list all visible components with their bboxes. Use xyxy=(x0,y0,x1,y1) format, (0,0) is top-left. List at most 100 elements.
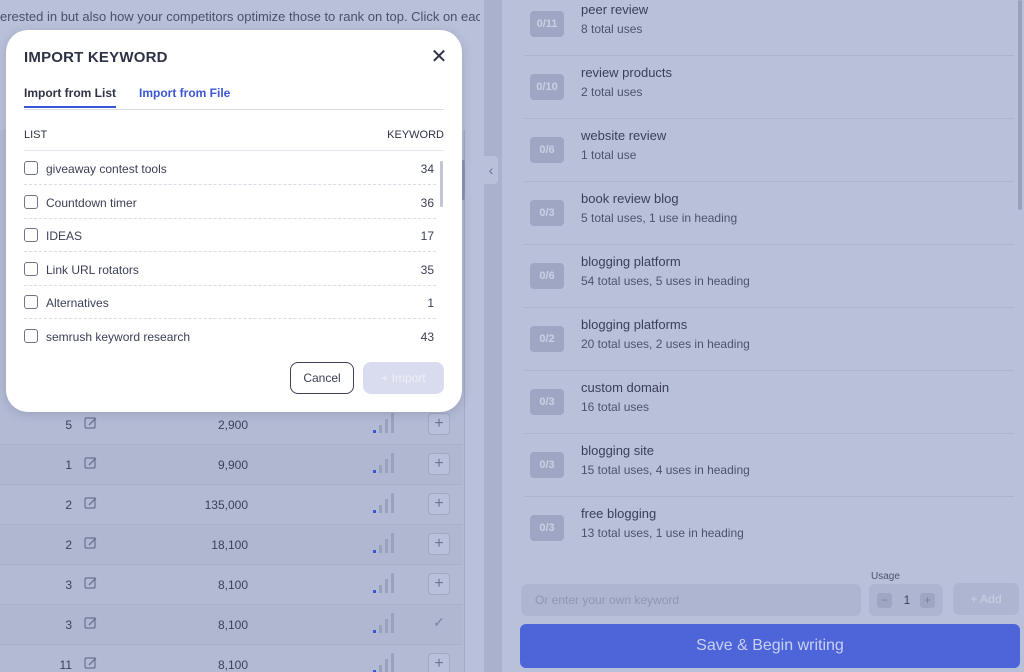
keyword-item[interactable]: 0/3 book review blog 5 total uses, 1 use i… xyxy=(524,182,1014,245)
list-name: Alternatives xyxy=(46,296,109,311)
list-keyword-count: 35 xyxy=(420,262,434,277)
usage-label: Usage xyxy=(871,571,900,582)
keyword-name: website review xyxy=(581,128,667,143)
save-begin-writing-button[interactable]: Save & Begin writing xyxy=(520,624,1020,668)
lists-scrollbar[interactable] xyxy=(440,161,443,207)
table-row: 3 8,100 ✓ xyxy=(0,605,462,645)
tab-import-from-file[interactable]: Import from File xyxy=(139,86,230,100)
add-keyword-plus-button[interactable]: + xyxy=(428,653,450,672)
import-button[interactable]: + Import xyxy=(363,362,444,394)
add-keyword-plus-button[interactable]: + xyxy=(428,533,450,555)
usage-increment-button[interactable]: + xyxy=(920,593,935,608)
difficulty-bars-icon xyxy=(371,571,395,595)
keyword-item[interactable]: 0/3 free blogging 13 total uses, 1 use in … xyxy=(524,497,1014,545)
own-keyword-input[interactable]: Or enter your own keyword xyxy=(521,584,861,616)
keyword-name: blogging platforms xyxy=(581,317,688,332)
difficulty-bars-icon xyxy=(371,531,395,555)
keyword-count: 1 xyxy=(65,458,72,472)
list-item[interactable]: Countdown timer 36 xyxy=(24,185,436,219)
usage-badge: 0/3 xyxy=(530,515,564,541)
tab-import-from-list[interactable]: Import from List xyxy=(24,86,116,108)
keyword-item[interactable]: 0/2 blogging platforms 20 total uses, 2 us… xyxy=(524,308,1014,371)
list-keyword-count: 34 xyxy=(420,162,434,176)
add-keyword-plus-button[interactable]: + xyxy=(428,493,450,515)
list-item[interactable]: Link URL rotators 35 xyxy=(24,252,436,286)
list-checkbox[interactable] xyxy=(24,228,38,243)
list-name: giveaway contest tools xyxy=(46,162,167,176)
add-keyword-plus-button[interactable]: + xyxy=(428,453,450,475)
edit-icon[interactable] xyxy=(84,456,98,470)
usage-badge: 0/3 xyxy=(530,389,564,415)
keyword-item[interactable]: 0/3 custom domain 16 total uses xyxy=(524,371,1014,434)
cancel-button[interactable]: Cancel xyxy=(290,362,354,394)
usage-value: 1 xyxy=(903,593,911,607)
keywords-scrollbar[interactable] xyxy=(1018,0,1022,210)
list-item[interactable]: Alternatives 1 xyxy=(24,285,436,320)
edit-icon[interactable] xyxy=(84,496,98,510)
check-icon[interactable]: ✓ xyxy=(428,613,450,635)
keyword-name: free blogging xyxy=(581,506,657,521)
keyword-name: peer review xyxy=(581,2,649,17)
list-keyword-count: 36 xyxy=(420,195,434,210)
list-item[interactable]: IDEAS 17 xyxy=(24,218,436,253)
list-keyword-count: 17 xyxy=(420,229,434,244)
close-icon[interactable]: ✕ xyxy=(428,46,450,68)
import-keyword-modal: IMPORT KEYWORD ✕ Import from List Import… xyxy=(6,30,462,412)
keyword-item[interactable]: 0/3 blogging site 15 total uses, 4 uses in… xyxy=(524,434,1014,497)
list-item[interactable]: giveaway contest tools 34 xyxy=(24,151,436,185)
keyword-uses: 1 total use xyxy=(581,148,637,162)
keyword-item[interactable]: 0/6 blogging platform 54 total uses, 5 use… xyxy=(524,245,1014,308)
keyword-count: 11 xyxy=(59,658,72,672)
intro-text: erested in but also how your competitors… xyxy=(0,9,480,24)
table-row: 2 135,000 + xyxy=(0,485,462,525)
keyword-name: review products xyxy=(581,65,673,80)
list-name: Link URL rotators xyxy=(46,262,139,277)
usage-decrement-button[interactable]: − xyxy=(877,593,892,608)
list-checkbox[interactable] xyxy=(24,194,38,209)
list-item[interactable]: semrush keyword research 43 xyxy=(24,319,436,346)
modal-title: IMPORT KEYWORD xyxy=(24,49,168,66)
list-checkbox[interactable] xyxy=(24,295,38,310)
edit-icon[interactable] xyxy=(84,536,98,550)
list-keyword-count: 43 xyxy=(420,330,434,344)
add-keyword-button[interactable]: + Add xyxy=(953,583,1019,615)
edit-icon[interactable] xyxy=(84,416,98,430)
keyword-uses: 5 total uses, 1 use in heading xyxy=(581,211,738,225)
keyword-uses: 20 total uses, 2 uses in heading xyxy=(581,337,750,351)
usage-badge: 0/3 xyxy=(530,200,564,226)
keyword-name: custom domain xyxy=(581,380,670,395)
table-row: 2 18,100 + xyxy=(0,525,462,565)
list-checkbox[interactable] xyxy=(24,261,38,276)
edit-icon[interactable] xyxy=(84,616,98,630)
keyword-uses: 54 total uses, 5 uses in heading xyxy=(581,274,750,288)
table-row: 1 9,900 + xyxy=(0,445,462,485)
keyword-name: book review blog xyxy=(581,191,679,206)
list-checkbox[interactable] xyxy=(24,161,38,175)
keyword-item[interactable]: 0/11 peer review 8 total uses xyxy=(524,0,1014,56)
collapse-arrow-icon[interactable]: ‹ xyxy=(484,156,498,184)
search-volume: 18,100 xyxy=(211,538,248,552)
keyword-name: blogging platform xyxy=(581,254,681,269)
search-volume: 8,100 xyxy=(217,618,248,632)
list-checkbox[interactable] xyxy=(24,329,38,343)
edit-icon[interactable] xyxy=(84,576,98,590)
difficulty-bars-icon xyxy=(371,611,395,635)
keyword-count: 2 xyxy=(65,538,72,552)
edit-icon[interactable] xyxy=(84,656,98,670)
add-keyword-plus-button[interactable]: + xyxy=(428,413,450,435)
search-volume: 8,100 xyxy=(217,658,248,672)
difficulty-bars-icon xyxy=(371,411,395,435)
table-row: 11 8,100 + xyxy=(0,645,462,672)
keyword-item[interactable]: 0/6 website review 1 total use xyxy=(524,119,1014,182)
keyword-uses: 8 total uses xyxy=(581,22,643,36)
keyword-item[interactable]: 0/10 review products 2 total uses xyxy=(524,56,1014,119)
usage-badge: 0/6 xyxy=(530,137,564,163)
selected-keywords-panel: 0/11 peer review 8 total uses 0/10 review pr… xyxy=(502,0,1024,672)
list-name: Countdown timer xyxy=(46,195,137,210)
search-volume: 8,100 xyxy=(217,578,248,592)
keyword-uses: 15 total uses, 4 uses in heading xyxy=(581,463,750,477)
add-keyword-plus-button[interactable]: + xyxy=(428,573,450,595)
usage-badge: 0/6 xyxy=(530,263,564,289)
difficulty-bars-icon xyxy=(371,451,395,475)
keyword-uses: 13 total uses, 1 use in heading xyxy=(581,526,744,540)
